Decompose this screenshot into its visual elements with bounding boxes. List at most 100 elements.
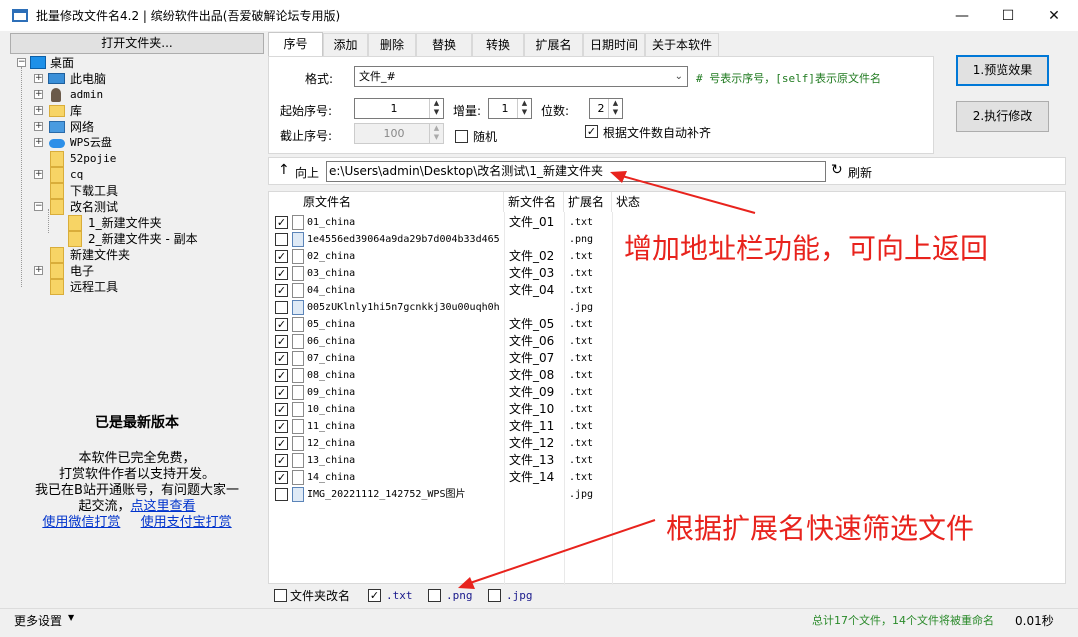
table-row[interactable]: ✓ 13_china 文件_13 .txt: [269, 452, 1066, 469]
alipay-donate-link[interactable]: 使用支付宝打赏: [141, 515, 232, 530]
filter-jpg-checkbox[interactable]: [488, 589, 501, 602]
arrow-up-icon[interactable]: ↑: [278, 162, 290, 178]
row-checkbox[interactable]: ✓: [275, 454, 288, 467]
spin-arrows-icon[interactable]: ▲ ▼: [429, 99, 443, 118]
caret-down-icon[interactable]: ▼: [68, 613, 74, 622]
tab-delete[interactable]: 删除: [368, 33, 416, 56]
tree-item-wps-cloud[interactable]: + WPS云盘: [34, 135, 254, 151]
table-row[interactable]: ✓ 04_china 文件_04 .txt: [269, 282, 1066, 299]
end-stepper[interactable]: 100 ▲ ▼: [354, 123, 444, 144]
spin-arrows-icon[interactable]: ▲ ▼: [608, 99, 622, 118]
tab-about[interactable]: 关于本软件: [645, 33, 719, 56]
filter-txt-checkbox[interactable]: ✓: [368, 589, 381, 602]
refresh-button[interactable]: 刷新: [848, 164, 872, 181]
tree-item-cq[interactable]: + cq: [34, 167, 254, 183]
row-checkbox[interactable]: [275, 233, 288, 246]
tree-item-remote-tools[interactable]: 远程工具: [34, 279, 254, 295]
tree-item-electronics[interactable]: + 电子: [34, 263, 254, 279]
folder-rename-checkbox[interactable]: [274, 589, 287, 602]
tree-item-library[interactable]: + 库: [34, 103, 254, 119]
expand-icon[interactable]: +: [34, 122, 43, 131]
expand-icon[interactable]: +: [34, 138, 43, 147]
row-checkbox[interactable]: ✓: [275, 318, 288, 331]
tree-item-new-folder-2-copy[interactable]: 2_新建文件夹 - 副本: [68, 231, 254, 247]
tab-convert[interactable]: 转换: [472, 33, 524, 56]
preview-button[interactable]: 1.预览效果: [956, 55, 1049, 86]
expand-icon[interactable]: +: [34, 170, 43, 179]
start-stepper[interactable]: 1 ▲ ▼: [354, 98, 444, 119]
row-checkbox[interactable]: ✓: [275, 284, 288, 297]
maximize-button[interactable]: ☐: [985, 0, 1031, 31]
auto-pad-checkbox[interactable]: ✓: [585, 125, 598, 138]
table-row[interactable]: ✓ 06_china 文件_06 .txt: [269, 333, 1066, 350]
digits-stepper[interactable]: 2 ▲ ▼: [589, 98, 623, 119]
spin-arrows-icon[interactable]: ▲ ▼: [429, 124, 443, 143]
filter-png-checkbox[interactable]: [428, 589, 441, 602]
execute-button[interactable]: 2.执行修改: [956, 101, 1049, 132]
collapse-icon[interactable]: −: [34, 202, 43, 211]
refresh-icon[interactable]: ↻: [831, 162, 843, 178]
row-checkbox[interactable]: ✓: [275, 250, 288, 263]
col-header-status[interactable]: 状态: [612, 192, 1067, 212]
open-folder-button[interactable]: 打开文件夹...: [10, 33, 264, 54]
expand-icon[interactable]: +: [34, 266, 43, 275]
wechat-donate-link[interactable]: 使用微信打赏: [42, 515, 120, 530]
expand-icon[interactable]: +: [34, 106, 43, 115]
tab-replace[interactable]: 替换: [416, 33, 472, 56]
table-row[interactable]: ✓ 12_china 文件_12 .txt: [269, 435, 1066, 452]
row-checkbox[interactable]: ✓: [275, 386, 288, 399]
tab-extension[interactable]: 扩展名: [524, 33, 583, 56]
folder-rename-label: 文件夹改名: [290, 589, 351, 603]
more-settings-button[interactable]: 更多设置: [14, 612, 62, 629]
table-row[interactable]: IMG_20221112_142752_WPS图片 .jpg: [269, 486, 1066, 503]
random-checkbox[interactable]: [455, 130, 468, 143]
close-button[interactable]: ✕: [1031, 0, 1077, 31]
tree-item-desktop[interactable]: − 桌面: [14, 55, 254, 71]
tree-item-network[interactable]: + 网络: [34, 119, 254, 135]
col-header-original[interactable]: 原文件名: [299, 192, 504, 212]
expand-icon[interactable]: +: [34, 90, 43, 99]
tree-item-52pojie[interactable]: 52pojie: [34, 151, 254, 167]
collapse-icon[interactable]: −: [17, 58, 26, 67]
row-checkbox[interactable]: ✓: [275, 403, 288, 416]
col-header-ext[interactable]: 扩展名: [564, 192, 612, 212]
tree-item-new-folder[interactable]: 新建文件夹: [34, 247, 254, 263]
row-checkbox[interactable]: ✓: [275, 267, 288, 280]
extension-cell: .txt: [569, 353, 594, 364]
row-checkbox[interactable]: ✓: [275, 216, 288, 229]
table-row[interactable]: ✓ 11_china 文件_11 .txt: [269, 418, 1066, 435]
table-row[interactable]: ✓ 05_china 文件_05 .txt: [269, 316, 1066, 333]
tree-item-rename-test[interactable]: − 改名测试: [34, 199, 254, 215]
table-row[interactable]: 005zUKlnly1hi5n7gcnkkj30u00uqh0h .jpg: [269, 299, 1066, 316]
tree-item-download-tools[interactable]: 下载工具: [34, 183, 254, 199]
row-checkbox[interactable]: ✓: [275, 471, 288, 484]
expand-icon[interactable]: +: [34, 74, 43, 83]
up-button[interactable]: 向上: [295, 164, 319, 181]
step-stepper[interactable]: 1 ▲ ▼: [488, 98, 532, 119]
row-checkbox[interactable]: ✓: [275, 437, 288, 450]
chevron-down-icon[interactable]: ⌄: [675, 67, 683, 86]
tree-item-new-folder-1[interactable]: 1_新建文件夹: [68, 215, 254, 231]
table-row[interactable]: ✓ 09_china 文件_09 .txt: [269, 384, 1066, 401]
path-input[interactable]: e:\Users\admin\Desktop\改名测试\1_新建文件夹: [326, 161, 826, 182]
tree-item-admin[interactable]: + admin: [34, 87, 254, 103]
table-row[interactable]: ✓ 07_china 文件_07 .txt: [269, 350, 1066, 367]
table-row[interactable]: ✓ 10_china 文件_10 .txt: [269, 401, 1066, 418]
table-row[interactable]: ✓ 08_china 文件_08 .txt: [269, 367, 1066, 384]
row-checkbox[interactable]: ✓: [275, 420, 288, 433]
minimize-button[interactable]: —: [939, 0, 985, 31]
row-checkbox[interactable]: ✓: [275, 335, 288, 348]
table-row[interactable]: ✓ 03_china 文件_03 .txt: [269, 265, 1066, 282]
row-checkbox[interactable]: ✓: [275, 369, 288, 382]
format-combobox[interactable]: 文件_# ⌄: [354, 66, 688, 87]
row-checkbox[interactable]: ✓: [275, 352, 288, 365]
tree-item-this-pc[interactable]: + 此电脑: [34, 71, 254, 87]
table-row[interactable]: ✓ 14_china 文件_14 .txt: [269, 469, 1066, 486]
spin-arrows-icon[interactable]: ▲ ▼: [517, 99, 531, 118]
row-checkbox[interactable]: [275, 301, 288, 314]
col-header-new[interactable]: 新文件名: [504, 192, 564, 212]
row-checkbox[interactable]: [275, 488, 288, 501]
tab-datetime[interactable]: 日期时间: [583, 33, 645, 56]
tab-sequence[interactable]: 序号: [268, 32, 323, 57]
tab-add[interactable]: 添加: [323, 33, 368, 56]
